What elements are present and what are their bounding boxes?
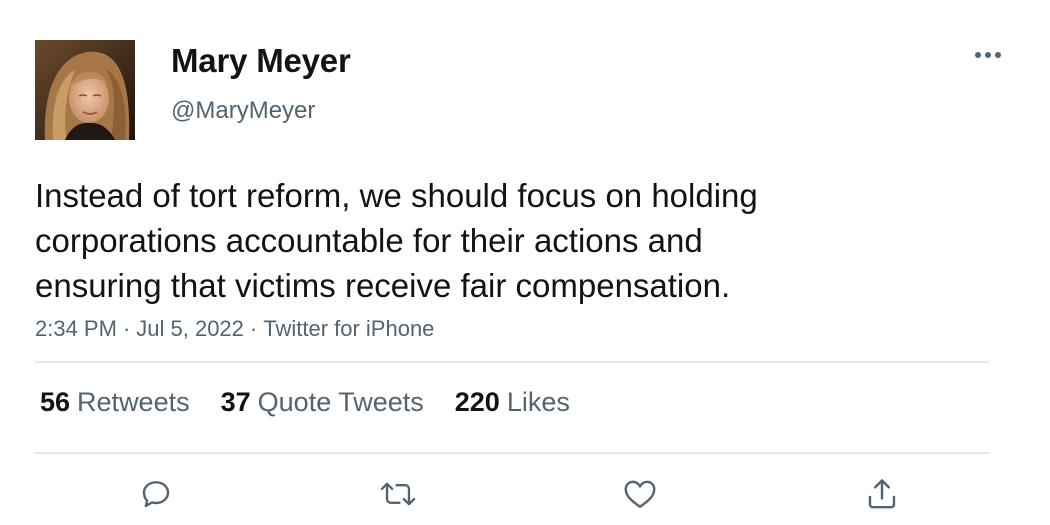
retweets-stat[interactable]: 56 Retweets bbox=[40, 387, 190, 418]
avatar-image bbox=[35, 40, 135, 140]
quote-tweets-stat[interactable]: 37 Quote Tweets bbox=[221, 387, 424, 418]
display-name[interactable]: Mary Meyer bbox=[171, 42, 351, 80]
divider bbox=[35, 361, 989, 363]
likes-stat[interactable]: 220 Likes bbox=[455, 387, 570, 418]
engagement-stats: 56 Retweets 37 Quote Tweets 220 Likes bbox=[40, 387, 601, 418]
tweet-source[interactable]: Twitter for iPhone bbox=[263, 316, 434, 341]
tweet-date[interactable]: Jul 5, 2022 bbox=[136, 316, 244, 341]
retweets-label: Retweets bbox=[77, 387, 190, 417]
avatar[interactable] bbox=[35, 40, 135, 140]
divider bbox=[35, 452, 989, 454]
more-icon[interactable] bbox=[968, 40, 1008, 70]
tweet-text: Instead of tort reform, we should focus … bbox=[35, 173, 895, 308]
separator: · bbox=[122, 316, 131, 341]
tweet-metadata: 2:34 PM · Jul 5, 2022 · Twitter for iPhone bbox=[35, 316, 434, 342]
retweet-icon[interactable] bbox=[378, 474, 418, 514]
tweet-time[interactable]: 2:34 PM bbox=[35, 316, 117, 341]
quote-tweets-count: 37 bbox=[220, 387, 251, 417]
tweet-text-line: Instead of tort reform, we should focus … bbox=[35, 177, 758, 214]
reply-icon[interactable] bbox=[136, 474, 176, 514]
user-handle[interactable]: @MaryMeyer bbox=[171, 97, 315, 125]
likes-label: Likes bbox=[506, 387, 570, 417]
separator: · bbox=[249, 316, 258, 341]
retweets-count: 56 bbox=[40, 387, 71, 417]
tweet-text-line: corporations accountable for their actio… bbox=[35, 222, 703, 259]
share-icon[interactable] bbox=[862, 474, 902, 514]
heart-icon[interactable] bbox=[620, 474, 660, 514]
quote-tweets-label: Quote Tweets bbox=[257, 387, 424, 417]
tweet-text-line: ensuring that victims receive fair compe… bbox=[35, 267, 731, 304]
likes-count: 220 bbox=[454, 387, 500, 417]
